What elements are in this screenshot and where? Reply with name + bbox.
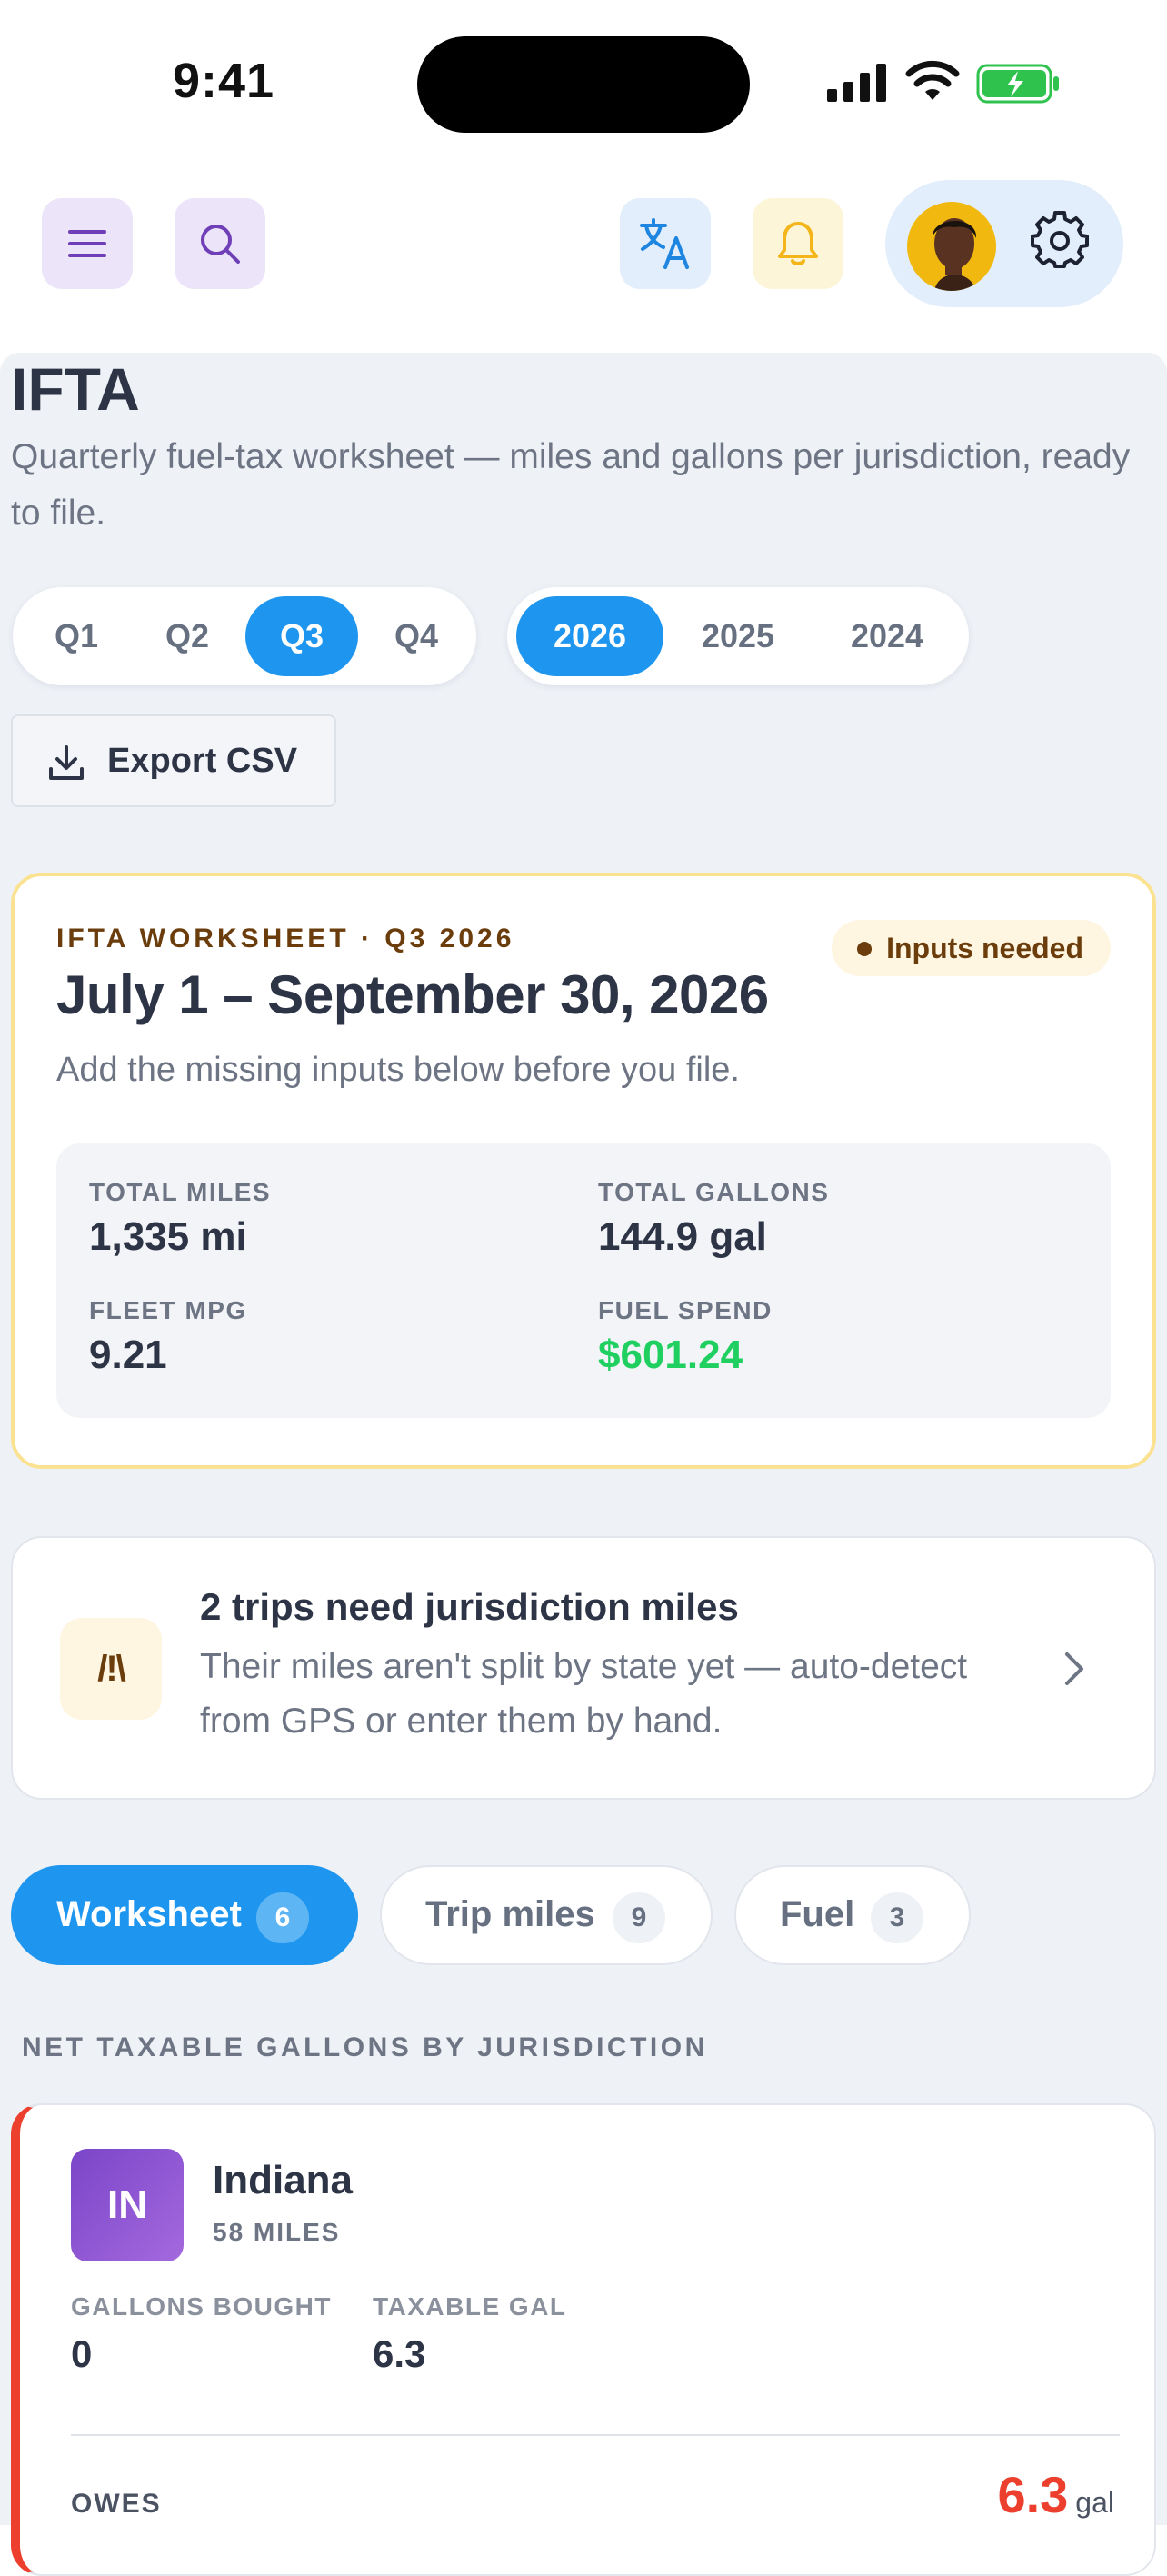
stat-value: 144.9 gal <box>598 1214 767 1259</box>
owes-value: 6.3 gal <box>997 2465 1114 2524</box>
tab-label: Fuel <box>780 1894 855 1934</box>
owes-amount: 6.3 <box>997 2466 1069 2523</box>
status-dot-icon <box>857 942 873 956</box>
search-icon <box>201 225 240 264</box>
avatar-photo <box>933 218 977 291</box>
stat-total-miles: TOTAL MILES 1,335 mi <box>89 1178 562 1260</box>
translate-icon <box>640 218 689 269</box>
stat-fuel-spend: FUEL SPEND $601.24 <box>598 1296 1071 1378</box>
stat-label: TAXABLE GAL <box>373 2292 567 2321</box>
top-app-bar <box>0 173 1167 354</box>
owes-label: OWES <box>71 2489 162 2519</box>
stat-label: TOTAL MILES <box>89 1178 272 1206</box>
year-2024[interactable]: 2024 <box>814 596 960 676</box>
year-selector: 2026 2025 2024 <box>507 587 969 685</box>
tab-count-badge: 3 <box>871 1892 923 1943</box>
stat-value: $601.24 <box>598 1333 743 1377</box>
year-2026[interactable]: 2026 <box>516 596 663 676</box>
gear-icon[interactable] <box>1031 211 1089 269</box>
worksheet-summary-card: IFTA WORKSHEET · Q3 2026 Inputs needed J… <box>11 873 1156 1469</box>
status-badge: Inputs needed <box>832 920 1111 976</box>
profile-pill[interactable] <box>885 180 1123 307</box>
worksheet-stats-panel: TOTAL MILES 1,335 mi TOTAL GALLONS 144.9… <box>56 1143 1111 1418</box>
tab-count-badge: 9 <box>613 1892 665 1943</box>
quarter-q4[interactable]: Q4 <box>365 596 467 676</box>
stat-label: TOTAL GALLONS <box>598 1178 830 1206</box>
main-content: IFTA Quarterly fuel-tax worksheet — mile… <box>0 353 1167 2576</box>
avatar[interactable] <box>907 202 996 291</box>
tab-worksheet[interactable]: Worksheet 6 <box>11 1865 358 1965</box>
worksheet-date-range: July 1 – September 30, 2026 <box>56 964 769 1025</box>
stat-value: 1,335 mi <box>89 1214 247 1259</box>
stat-label: FUEL SPEND <box>598 1296 773 1324</box>
download-icon <box>49 745 84 780</box>
jurisdiction-name: Indiana <box>213 2158 354 2202</box>
cellular-signal-icon <box>827 64 886 102</box>
page-title: IFTA <box>11 355 140 423</box>
section-heading: NET TAXABLE GALLONS BY JURISDICTION <box>22 2032 708 2062</box>
notifications-button[interactable] <box>753 198 843 289</box>
road-warning-icon: /!\ <box>60 1618 162 1720</box>
tab-count-badge: 6 <box>256 1892 309 1943</box>
divider <box>71 2434 1120 2436</box>
menu-button[interactable] <box>42 198 133 289</box>
search-button[interactable] <box>175 198 265 289</box>
stat-value: 9.21 <box>89 1333 167 1377</box>
jurisdiction-code-badge: IN <box>71 2149 184 2261</box>
worksheet-note: Add the missing inputs below before you … <box>56 1051 740 1089</box>
tab-label: Worksheet <box>56 1894 242 1934</box>
worksheet-eyebrow: IFTA WORKSHEET · Q3 2026 <box>56 924 515 954</box>
tab-label: Trip miles <box>425 1894 595 1934</box>
quarter-q2[interactable]: Q2 <box>136 596 238 676</box>
stat-total-gallons: TOTAL GALLONS 144.9 gal <box>598 1178 1071 1260</box>
tab-trip-miles[interactable]: Trip miles 9 <box>380 1865 713 1965</box>
stat-fleet-mpg: FLEET MPG 9.21 <box>89 1296 562 1378</box>
page-subtitle: Quarterly fuel-tax worksheet — miles and… <box>11 437 1131 533</box>
quarter-q3[interactable]: Q3 <box>245 596 358 676</box>
export-csv-button[interactable]: Export CSV <box>11 714 336 807</box>
gallons-bought-stat: GALLONS BOUGHT 0 <box>71 2292 332 2376</box>
translate-button[interactable] <box>620 198 711 289</box>
status-bar: 9:41 <box>0 0 1167 173</box>
status-badge-label: Inputs needed <box>886 932 1083 964</box>
owes-unit: gal <box>1075 2486 1114 2519</box>
stat-label: GALLONS BOUGHT <box>71 2292 332 2321</box>
tab-fuel[interactable]: Fuel 3 <box>734 1865 971 1965</box>
battery-charging-icon <box>976 64 1059 104</box>
alert-body: Their miles aren't split by state yet — … <box>200 1647 968 1741</box>
quarter-q1[interactable]: Q1 <box>25 596 127 676</box>
stat-value: 0 <box>71 2332 93 2375</box>
menu-icon <box>68 230 106 257</box>
quarter-selector: Q1 Q2 Q3 Q4 <box>13 587 476 685</box>
year-2025[interactable]: 2025 <box>667 596 809 676</box>
alert-title: 2 trips need jurisdiction miles <box>200 1585 739 1628</box>
export-csv-label: Export CSV <box>107 742 298 780</box>
dynamic-island <box>417 36 750 133</box>
missing-miles-alert-card[interactable]: /!\ 2 trips need jurisdiction miles Thei… <box>11 1536 1156 1800</box>
stat-value: 6.3 <box>373 2332 426 2375</box>
status-time: 9:41 <box>173 54 275 108</box>
jurisdiction-card[interactable]: IN Indiana 58 MILES GALLONS BOUGHT 0 TAX… <box>11 2103 1156 2576</box>
stat-label: FLEET MPG <box>89 1296 247 1324</box>
taxable-gallons-stat: TAXABLE GAL 6.3 <box>373 2292 567 2376</box>
jurisdiction-miles: 58 MILES <box>213 2218 341 2246</box>
wifi-icon <box>905 60 960 100</box>
bell-icon <box>778 222 818 265</box>
chevron-right-icon <box>1065 1652 1083 1685</box>
